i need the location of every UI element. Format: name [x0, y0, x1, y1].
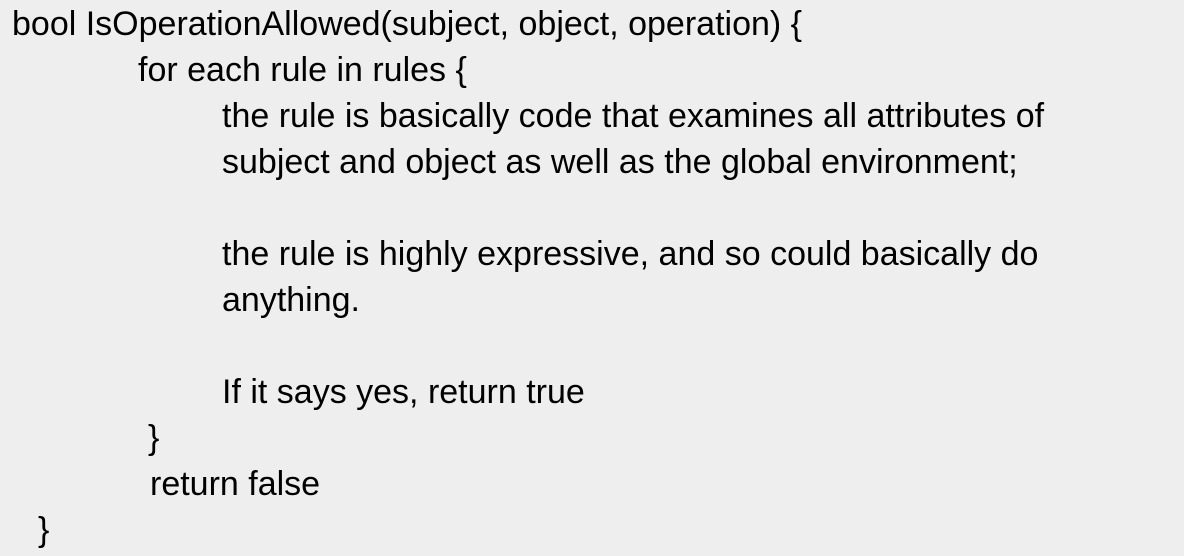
slide-canvas: bool IsOperationAllowed(subject, object,… — [0, 0, 1184, 556]
expressive-line-2: anything. — [222, 281, 360, 319]
function-close-brace: } — [38, 511, 50, 549]
rule-description-line-2: subject and object as well as the global… — [222, 143, 1018, 181]
loop-close-brace: } — [148, 419, 160, 457]
loop-header-line: for each rule in rules { — [138, 51, 467, 89]
return-true-line: If it says yes, return true — [222, 373, 585, 411]
rule-description-line-1: the rule is basically code that examines… — [222, 97, 1045, 135]
return-false-line: return false — [150, 465, 321, 503]
expressive-line-1: the rule is highly expressive, and so co… — [222, 235, 1039, 273]
function-signature-line: bool IsOperationAllowed(subject, object,… — [12, 5, 803, 43]
